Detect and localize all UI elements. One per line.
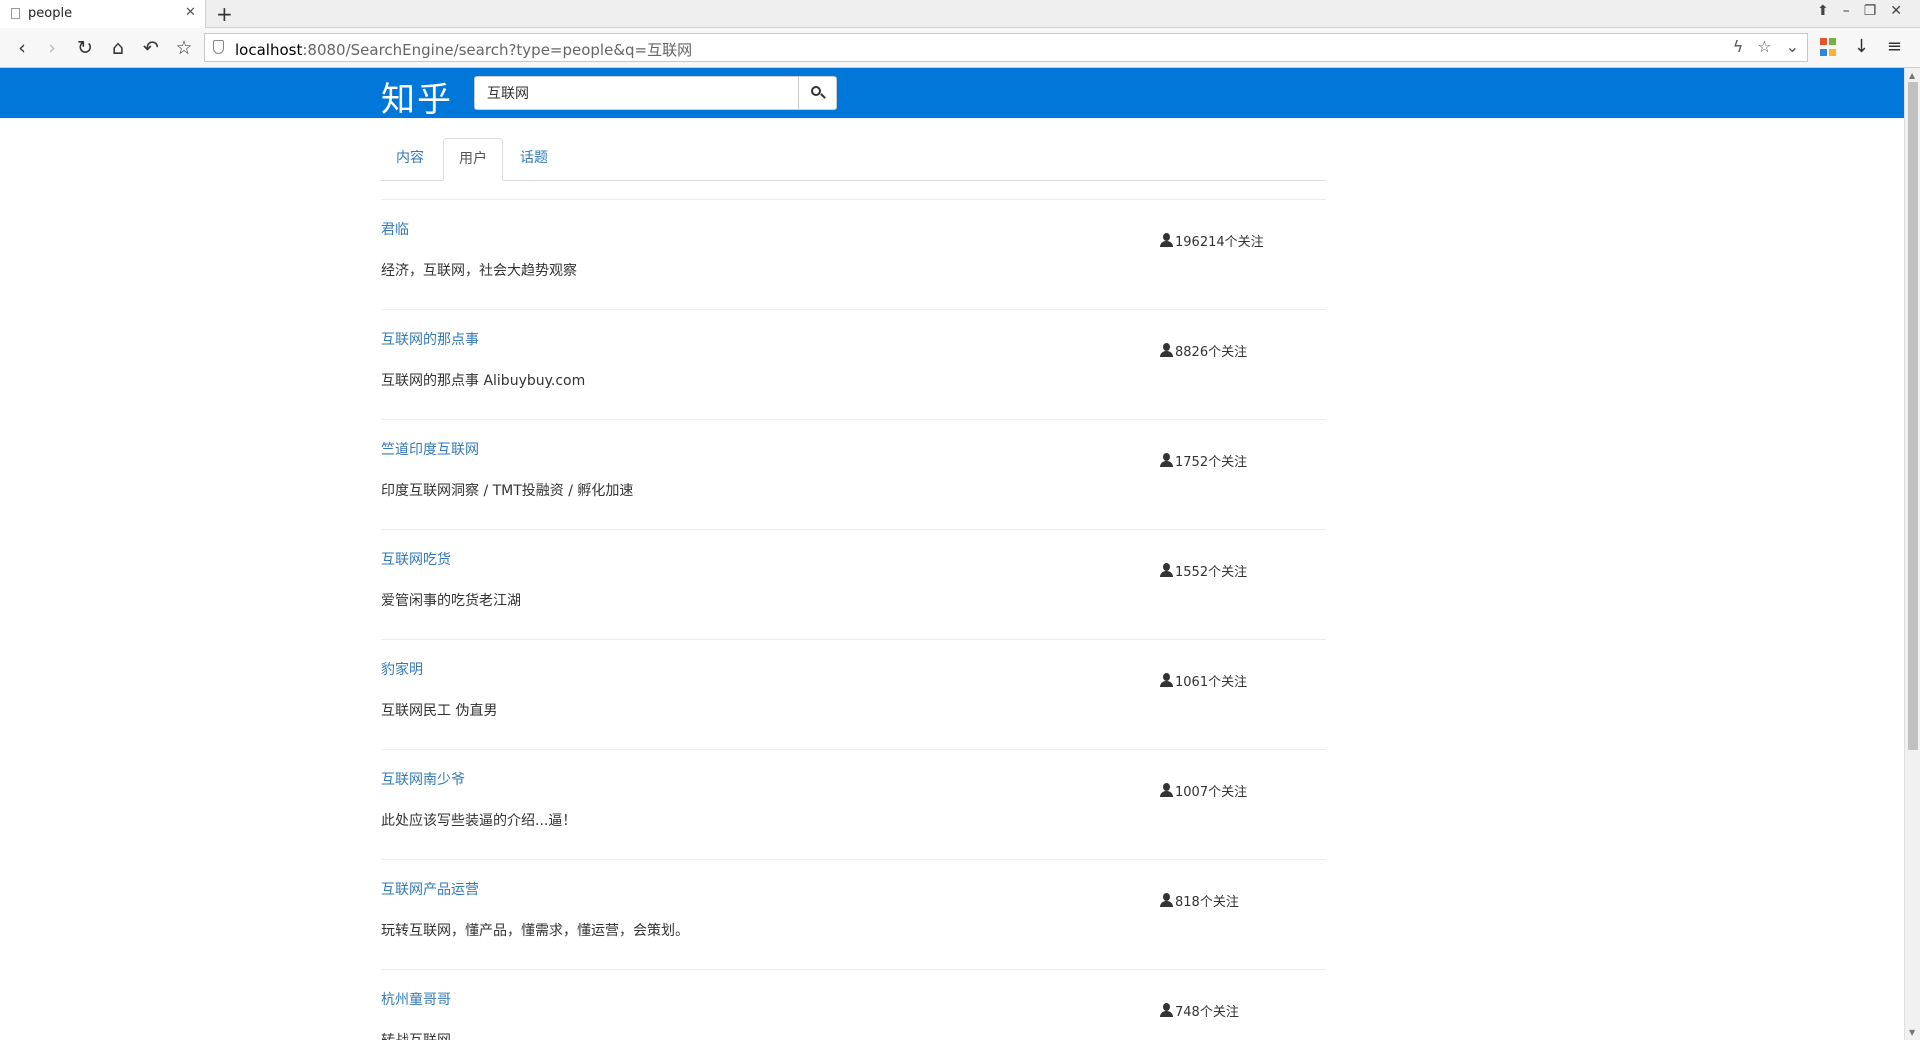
- user-icon: [1160, 233, 1173, 247]
- page-viewport: 知乎 内容 用户 话题 君临 经济，互联网，社会大趋势观察 196214个关注 …: [0, 68, 1904, 1040]
- search-input[interactable]: [474, 76, 799, 110]
- tab-content[interactable]: 内容: [381, 138, 439, 180]
- user-description: 玩转互联网，懂产品，懂需求，懂运营，会策划。: [381, 923, 689, 939]
- address-bar[interactable]: localhost:8080/SearchEngine/search?type=…: [204, 33, 1808, 62]
- user-name-link[interactable]: 互联网产品运营: [381, 879, 479, 899]
- window-controls: ⬆ – ❐ ✕: [1817, 3, 1902, 19]
- tab-topics[interactable]: 话题: [505, 138, 563, 180]
- restore-icon[interactable]: ❐: [1864, 3, 1877, 19]
- user-description: 互联网的那点事 Alibuybuy.com: [381, 373, 586, 389]
- user-name-link[interactable]: 君临: [381, 219, 409, 239]
- user-description: 转战互联网: [381, 1030, 451, 1040]
- new-tab-icon[interactable]: +: [216, 2, 233, 26]
- user-name-link[interactable]: 互联网南少爷: [381, 769, 465, 789]
- user-icon: [1160, 893, 1173, 907]
- minimize-icon[interactable]: –: [1843, 3, 1850, 19]
- bookmark-star-icon[interactable]: ☆: [171, 35, 197, 61]
- tab-title: people: [28, 6, 73, 21]
- favorite-star-icon[interactable]: ☆: [1757, 37, 1771, 56]
- user-description: 经济，互联网，社会大趋势观察: [381, 263, 577, 279]
- reload-icon[interactable]: ↻: [72, 35, 98, 61]
- back-icon[interactable]: ‹: [9, 35, 35, 61]
- user-description: 爱管闲事的吃货老江湖: [381, 593, 521, 609]
- browser-tab[interactable]: people ✕: [0, 0, 206, 28]
- scrollbar-thumb[interactable]: [1908, 82, 1918, 750]
- user-icon: [1160, 453, 1173, 467]
- download-icon[interactable]: ↓: [1854, 36, 1869, 57]
- dropdown-chevron-icon[interactable]: ⌄: [1786, 37, 1799, 56]
- site-header: 知乎: [0, 68, 1904, 121]
- close-window-icon[interactable]: ✕: [1890, 3, 1902, 19]
- forward-icon[interactable]: ›: [39, 35, 65, 61]
- home-icon[interactable]: ⌂: [105, 35, 131, 61]
- follower-count: 1552个关注: [1160, 561, 1247, 580]
- user-description: 此处应该写些装逼的介绍...逼！: [381, 813, 577, 829]
- page-scrollbar[interactable]: ▲ ▼: [1904, 68, 1920, 1040]
- user-results-list: 君临 经济，互联网，社会大趋势观察 196214个关注 互联网的那点事 互联网的…: [381, 199, 1326, 1040]
- menu-icon[interactable]: ≡: [1887, 36, 1902, 57]
- list-item: 互联网产品运营 玩转互联网，懂产品，懂需求，懂运营，会策划。 818个关注: [381, 859, 1326, 969]
- follower-count: 1007个关注: [1160, 781, 1247, 800]
- tab-users[interactable]: 用户: [443, 138, 503, 181]
- follower-count: 196214个关注: [1160, 231, 1264, 250]
- user-icon: [1160, 563, 1173, 577]
- list-item: 竺道印度互联网 印度互联网洞察 / TMT投融资 / 孵化加速 1752个关注: [381, 419, 1326, 529]
- user-name-link[interactable]: 互联网吃货: [381, 549, 451, 569]
- scroll-up-icon[interactable]: ▲: [1909, 71, 1915, 80]
- scroll-down-icon[interactable]: ▼: [1909, 1028, 1915, 1037]
- page-icon: [11, 8, 20, 19]
- user-name-link[interactable]: 竺道印度互联网: [381, 439, 479, 459]
- search-button[interactable]: [798, 76, 837, 110]
- user-name-link[interactable]: 杭州童哥哥: [381, 989, 451, 1009]
- result-type-tabs: 内容 用户 话题: [381, 138, 1326, 181]
- follower-count: 748个关注: [1160, 1001, 1239, 1020]
- close-tab-icon[interactable]: ✕: [185, 5, 196, 20]
- list-item: 杭州童哥哥 转战互联网 748个关注: [381, 969, 1326, 1040]
- lightning-icon[interactable]: ϟ: [1733, 37, 1744, 56]
- browser-toolbar: ‹ › ↻ ⌂ ↶ ☆ localhost:8080/SearchEngine/…: [0, 28, 1920, 68]
- user-icon: [1160, 1003, 1173, 1017]
- follower-count: 818个关注: [1160, 891, 1239, 910]
- shield-icon: [213, 40, 224, 54]
- user-icon: [1160, 343, 1173, 357]
- follower-count: 1061个关注: [1160, 671, 1247, 690]
- list-item: 君临 经济，互联网，社会大趋势观察 196214个关注: [381, 199, 1326, 309]
- user-icon: [1160, 673, 1173, 687]
- user-description: 互联网民工 伪直男: [381, 703, 498, 719]
- user-icon: [1160, 783, 1173, 797]
- browser-tab-bar: people ✕ + ⬆ – ❐ ✕: [0, 0, 1920, 28]
- list-item: 互联网的那点事 互联网的那点事 Alibuybuy.com 8826个关注: [381, 309, 1326, 419]
- apps-icon[interactable]: [1819, 38, 1836, 57]
- url-text[interactable]: localhost:8080/SearchEngine/search?type=…: [235, 39, 692, 60]
- list-item: 互联网南少爷 此处应该写些装逼的介绍...逼！ 1007个关注: [381, 749, 1326, 859]
- user-name-link[interactable]: 豹家明: [381, 659, 423, 679]
- list-item: 互联网吃货 爱管闲事的吃货老江湖 1552个关注: [381, 529, 1326, 639]
- follower-count: 8826个关注: [1160, 341, 1247, 360]
- user-description: 印度互联网洞察 / TMT投融资 / 孵化加速: [381, 483, 634, 499]
- user-name-link[interactable]: 互联网的那点事: [381, 329, 479, 349]
- list-item: 豹家明 互联网民工 伪直男 1061个关注: [381, 639, 1326, 749]
- follower-count: 1752个关注: [1160, 451, 1247, 470]
- pin-icon[interactable]: ⬆: [1817, 3, 1829, 19]
- undo-icon[interactable]: ↶: [138, 35, 164, 61]
- site-logo[interactable]: 知乎: [381, 72, 453, 121]
